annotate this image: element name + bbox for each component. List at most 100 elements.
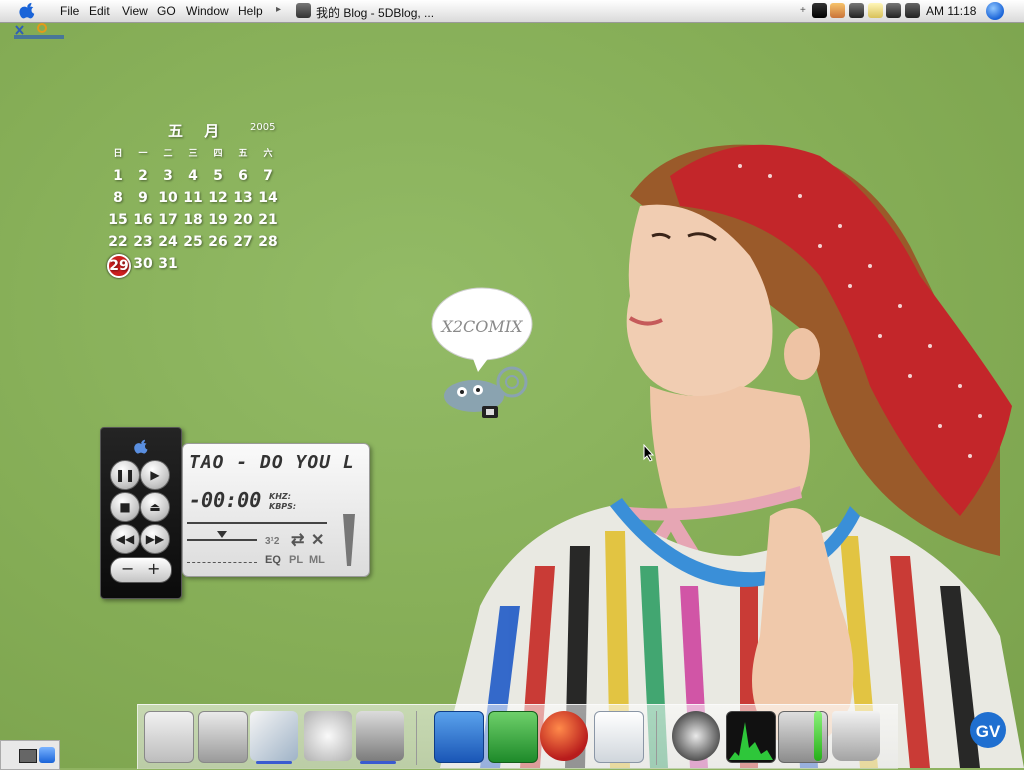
calendar-day[interactable]: 25 (181, 234, 205, 250)
calendar-day[interactable]: 7 (256, 168, 280, 184)
document-icon[interactable] (594, 711, 644, 763)
menu-go[interactable]: GO (157, 4, 176, 18)
calendar-today[interactable]: 29 (107, 254, 131, 278)
calendar-weekday: 二 (163, 149, 173, 159)
play-button[interactable]: ▶ (140, 460, 170, 490)
volume-up-button[interactable]: + (147, 559, 160, 578)
alien-icon[interactable] (304, 711, 352, 761)
calendar-day[interactable]: 15 (106, 212, 130, 228)
calendar-day[interactable]: 27 (231, 234, 255, 250)
calendar-day[interactable]: 22 (106, 234, 130, 250)
comix-label: X2COMIX (439, 317, 523, 336)
player-apple-icon[interactable] (133, 438, 149, 456)
calendar-day[interactable]: 12 (206, 190, 230, 206)
calendar-day[interactable]: 24 (156, 234, 180, 250)
eject-button[interactable]: ⏏ (140, 492, 170, 522)
tray-network-icon[interactable] (886, 3, 901, 18)
tray-arrow-icon[interactable]: + (800, 5, 808, 20)
calendar-day[interactable]: 28 (256, 234, 280, 250)
balance-slider[interactable] (187, 531, 257, 541)
active-window-title[interactable]: 我的 Blog - 5DBlog, ... (316, 4, 434, 21)
calendar-day[interactable]: 14 (256, 190, 280, 206)
eq-button[interactable]: EQ (265, 554, 281, 566)
calendar-day[interactable]: 31 (156, 256, 180, 272)
calendar-weekday: 五 (238, 149, 248, 159)
projector-icon[interactable] (356, 711, 404, 761)
dock-separator-2 (656, 711, 657, 765)
apple-switch-icon[interactable] (198, 711, 248, 763)
calendar-day[interactable]: 5 (206, 168, 230, 184)
running-indicator-2 (360, 761, 396, 764)
calendar-day[interactable]: 11 (181, 190, 205, 206)
balance-thumb[interactable] (217, 531, 227, 538)
menu-file[interactable]: File (60, 4, 79, 18)
update-icon[interactable] (672, 711, 720, 761)
calendar-day[interactable]: 8 (106, 190, 130, 206)
gv-logo-icon: GV (970, 712, 1006, 748)
calendar-day[interactable]: 4 (181, 168, 205, 184)
calendar-day[interactable]: 1 (106, 168, 130, 184)
calendar-day[interactable]: 30 (131, 256, 155, 272)
comix-mascot-widget[interactable]: X2COMIX (430, 286, 534, 422)
menubar-clock[interactable]: AM 11:18 (926, 4, 976, 18)
player-display-panel: TAO - DO YOU L -00:00 KHZ: KBPS: 3¹2 ⇄ ✕… (182, 443, 370, 577)
stop-button[interactable]: ■ (110, 492, 140, 522)
activity-icon[interactable] (726, 711, 776, 763)
menu-bar: File Edit View GO Window Help ▸ 我的 Blog … (0, 0, 1024, 23)
calendar-day[interactable]: 2 (131, 168, 155, 184)
seek-bar[interactable] (187, 522, 327, 524)
tray-lightning-icon[interactable] (812, 3, 827, 18)
player-khz-label: KHZ: (269, 492, 291, 501)
media-library-button[interactable]: ML (309, 554, 325, 566)
dreamweaver-icon[interactable] (488, 711, 538, 763)
calendar-day[interactable]: 26 (206, 234, 230, 250)
volume-control[interactable]: − + (110, 557, 172, 583)
menu-help[interactable]: Help (238, 4, 263, 18)
playlist-button[interactable]: PL (289, 554, 303, 566)
calendar-day[interactable]: 17 (156, 212, 180, 228)
activity-graph-icon (729, 722, 773, 760)
previous-button[interactable]: ◀◀ (110, 524, 140, 554)
tray-shield-icon[interactable] (868, 3, 883, 18)
calendar-day[interactable]: 18 (181, 212, 205, 228)
ie6-icon[interactable] (540, 711, 588, 761)
ime-icon[interactable] (39, 747, 55, 763)
lightning-icon[interactable] (250, 711, 298, 761)
volume-down-button[interactable]: − (121, 559, 134, 578)
corner-brand-logo (14, 23, 64, 39)
tray-messenger-icon[interactable] (830, 3, 845, 18)
word-icon[interactable] (434, 711, 484, 763)
dock (137, 704, 898, 769)
tools-icon[interactable]: ✕ (311, 530, 324, 550)
calendar-day[interactable]: 16 (131, 212, 155, 228)
calendar-day[interactable]: 9 (131, 190, 155, 206)
calendar-day[interactable]: 3 (156, 168, 180, 184)
calendar-day[interactable]: 21 (256, 212, 280, 228)
menu-window[interactable]: Window (186, 4, 229, 18)
menu-edit[interactable]: Edit (89, 4, 110, 18)
repeat-icon[interactable]: ⇄ (291, 530, 304, 550)
menu-view[interactable]: View (122, 4, 148, 18)
pause-button[interactable]: ❚❚ (110, 460, 140, 490)
apple-menu-icon[interactable] (18, 2, 36, 20)
next-button[interactable]: ▶▶ (140, 524, 170, 554)
dock-separator (416, 711, 417, 765)
keyboard-icon[interactable] (19, 749, 37, 763)
calendar-day[interactable]: 13 (231, 190, 255, 206)
calendar-day[interactable]: 10 (156, 190, 180, 206)
menu-separator-arrow: ▸ (276, 4, 282, 15)
trash-icon[interactable] (832, 711, 880, 761)
spotlight-search-icon[interactable] (986, 2, 1004, 20)
shuffle-button[interactable]: 3¹2 (265, 536, 279, 547)
calendar-widget[interactable]: 五 月 2005 日一二三四五六 1 2 3 4 5 6 7 8 9 10 11 12 13 14 15 16 1… (106, 116, 296, 286)
finder-icon[interactable] (144, 711, 194, 763)
calendar-day[interactable]: 19 (206, 212, 230, 228)
calendar-day[interactable]: 23 (131, 234, 155, 250)
tray-volume-icon[interactable] (905, 3, 920, 18)
volume-level-icon (343, 514, 355, 566)
tray-phone-icon[interactable] (849, 3, 864, 18)
player-time[interactable]: -00:00 (189, 488, 261, 512)
calendar-day[interactable]: 6 (231, 168, 255, 184)
calendar-day[interactable]: 20 (231, 212, 255, 228)
gv-logo[interactable]: GV (966, 710, 1010, 754)
